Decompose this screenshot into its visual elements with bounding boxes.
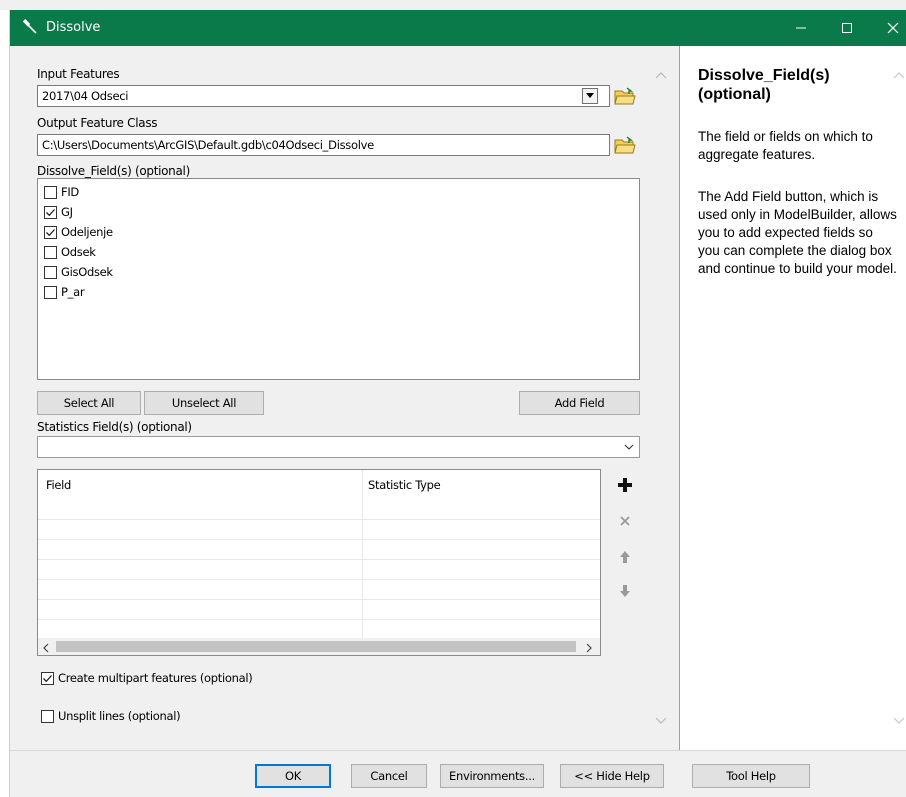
arrow-down-icon — [620, 585, 630, 597]
background-window-edge — [0, 10, 10, 797]
scroll-down-arrow[interactable] — [654, 714, 668, 728]
table-row[interactable] — [38, 539, 600, 540]
unsplit-lines-checkbox[interactable] — [41, 709, 54, 723]
help-panel: Dissolve_Field(s) (optional) The field o… — [679, 46, 906, 750]
table-row[interactable] — [38, 619, 600, 620]
chevron-right-icon — [586, 643, 592, 653]
close-button[interactable] — [870, 10, 906, 46]
ok-button[interactable]: OK — [255, 764, 331, 788]
statistics-table: Field Statistic Type — [37, 469, 601, 656]
dissolve-field-item[interactable]: Odsek — [44, 243, 96, 261]
help-paragraph-1: The field or fields on which to aggregat… — [698, 129, 873, 162]
dissolve-field-item[interactable]: Odeljenje — [44, 223, 113, 241]
minimize-icon — [796, 27, 806, 29]
move-down-button[interactable] — [613, 579, 637, 603]
column-divider — [362, 470, 363, 640]
add-row-button[interactable] — [613, 473, 637, 497]
input-features-browse-button[interactable] — [612, 83, 638, 109]
dissolve-field-item[interactable]: GJ — [44, 203, 73, 221]
dissolve-dialog: Dissolve Input Features 2017\04 Odseci O… — [0, 0, 906, 797]
help-scroll-up-arrow[interactable] — [892, 68, 906, 82]
table-row[interactable] — [38, 579, 600, 580]
move-up-button[interactable] — [613, 545, 637, 569]
dissolve-field-checkbox[interactable] — [44, 245, 57, 259]
maximize-icon — [842, 23, 852, 33]
arrow-up-icon — [620, 551, 630, 563]
chevron-up-icon — [893, 72, 905, 79]
open-folder-icon — [614, 87, 636, 105]
table-row[interactable] — [38, 559, 600, 560]
tool-parameters-panel: Input Features 2017\04 Odseci Output Fea… — [10, 46, 678, 750]
scroll-up-arrow[interactable] — [654, 68, 668, 82]
output-feature-class-label: Output Feature Class — [37, 116, 158, 130]
hammer-tool-icon — [22, 19, 40, 37]
scrollbar-thumb[interactable] — [56, 641, 576, 652]
scroll-right-arrow[interactable] — [586, 642, 593, 655]
checkmark-icon — [43, 674, 52, 682]
table-row[interactable] — [38, 519, 600, 520]
help-title: Dissolve_Field(s) (optional) — [698, 67, 830, 103]
dissolve-field-name: Odeljenje — [61, 225, 113, 239]
close-icon — [887, 22, 899, 34]
dissolve-field-item[interactable]: GisOdsek — [44, 263, 113, 281]
unselect-all-button[interactable]: Unselect All — [144, 391, 264, 415]
window-title: Dissolve — [46, 20, 101, 35]
hide-help-button[interactable]: << Hide Help — [560, 764, 664, 788]
output-feature-class-browse-button[interactable] — [612, 132, 638, 158]
chevron-down-icon — [893, 717, 905, 724]
statistic-type-column-header: Statistic Type — [368, 478, 441, 492]
add-field-button[interactable]: Add Field — [519, 391, 640, 415]
dissolve-field-checkbox[interactable] — [44, 225, 57, 239]
dissolve-fields-list: FID GJ Odeljenje Odsek GisOdsek P_ar — [37, 178, 640, 380]
statistics-field-combo[interactable] — [37, 436, 640, 458]
checkmark-icon — [46, 228, 55, 236]
select-all-button[interactable]: Select All — [37, 391, 141, 415]
remove-row-button[interactable] — [613, 509, 637, 533]
dissolve-field-checkbox[interactable] — [44, 185, 57, 199]
field-column-header: Field — [46, 478, 72, 492]
dissolve-field-name: P_ar — [61, 285, 85, 299]
cancel-button[interactable]: Cancel — [351, 764, 427, 788]
multipart-option[interactable]: Create multipart features (optional) — [41, 669, 253, 687]
help-paragraph-2: The Add Field button, which is used only… — [698, 189, 897, 276]
scroll-left-arrow[interactable] — [42, 642, 49, 655]
unsplit-lines-option[interactable]: Unsplit lines (optional) — [41, 707, 181, 725]
input-features-label: Input Features — [37, 67, 120, 81]
chevron-down-icon — [655, 717, 667, 724]
multipart-label: Create multipart features (optional) — [58, 671, 253, 685]
dissolve-field-item[interactable]: FID — [44, 183, 79, 201]
plus-icon — [618, 478, 632, 492]
delete-x-icon — [620, 516, 630, 526]
unsplit-lines-label: Unsplit lines (optional) — [58, 709, 181, 723]
output-feature-class-field[interactable]: C:\Users\Documents\ArcGIS\Default.gdb\c0… — [37, 134, 610, 156]
dissolve-field-name: GisOdsek — [61, 265, 113, 279]
dissolve-field-name: FID — [61, 185, 79, 199]
statistics-fields-label: Statistics Field(s) (optional) — [37, 420, 192, 434]
chevron-up-icon — [655, 72, 667, 79]
minimize-button[interactable] — [778, 10, 824, 46]
dissolve-field-checkbox[interactable] — [44, 205, 57, 219]
help-scroll-down-arrow[interactable] — [892, 714, 906, 728]
input-features-dropdown-button[interactable] — [582, 88, 598, 104]
multipart-checkbox[interactable] — [41, 671, 54, 685]
dissolve-fields-label: Dissolve_Field(s) (optional) — [37, 164, 190, 178]
maximize-button[interactable] — [824, 10, 870, 46]
tool-help-button[interactable]: Tool Help — [692, 764, 810, 788]
open-folder-icon — [614, 136, 636, 154]
title-bar[interactable]: Dissolve — [10, 10, 906, 46]
dissolve-field-checkbox[interactable] — [44, 285, 57, 299]
input-features-combo[interactable]: 2017\04 Odseci — [37, 85, 610, 107]
environments-button[interactable]: Environments... — [440, 764, 544, 788]
dissolve-field-item[interactable]: P_ar — [44, 283, 85, 301]
dissolve-field-checkbox[interactable] — [44, 265, 57, 279]
dropdown-arrow-icon — [586, 93, 594, 98]
dialog-button-bar: OK Cancel Environments... << Hide Help T… — [10, 750, 906, 797]
table-row[interactable] — [38, 599, 600, 600]
dissolve-field-name: GJ — [61, 205, 73, 219]
chevron-down-icon — [624, 444, 634, 450]
horizontal-scrollbar[interactable] — [38, 638, 600, 655]
checkmark-icon — [46, 208, 55, 216]
dissolve-field-name: Odsek — [61, 245, 96, 259]
chevron-left-icon — [43, 643, 49, 653]
